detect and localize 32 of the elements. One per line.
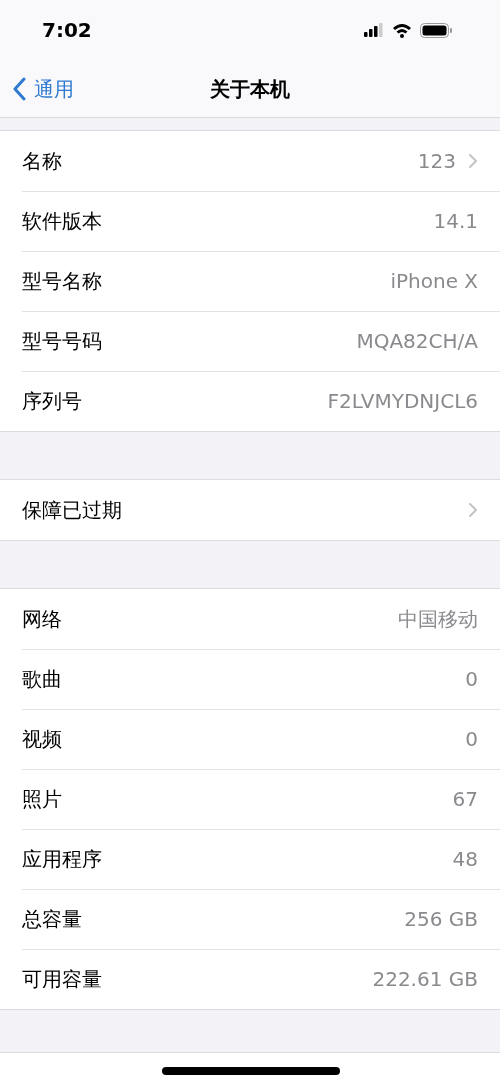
row-label: 可用容量 <box>22 966 102 993</box>
row-value: 14.1 <box>433 208 478 235</box>
nav-title: 关于本机 <box>210 75 290 103</box>
row-label: 总容量 <box>22 906 82 933</box>
row-label: 照片 <box>22 786 62 813</box>
row-value: 中国移动 <box>398 606 478 633</box>
status-time: 7:02 <box>42 17 92 44</box>
row-value: 48 <box>452 846 478 873</box>
row-label: 名称 <box>22 148 62 175</box>
row-label: 软件版本 <box>22 208 102 235</box>
row-label: 视频 <box>22 726 62 753</box>
back-button[interactable]: 通用 <box>0 73 74 104</box>
row-value: 256 GB <box>404 906 478 933</box>
row-label: 歌曲 <box>22 666 62 693</box>
row-value: 67 <box>452 786 478 813</box>
row-value: 123 <box>417 148 456 175</box>
row-value: 0 <box>465 726 478 753</box>
back-chevron-icon <box>12 76 26 101</box>
row-label: 型号号码 <box>22 328 102 355</box>
row-value: 222.61 GB <box>372 966 478 993</box>
battery-icon <box>420 22 452 38</box>
row-label: 应用程序 <box>22 846 102 873</box>
row-label: 型号名称 <box>22 268 102 295</box>
row-value: 0 <box>465 666 478 693</box>
row-value: MQA82CH/A <box>356 328 478 355</box>
row-label: 序列号 <box>22 388 82 415</box>
row-label: 保障已过期 <box>22 497 122 524</box>
wifi-icon <box>392 22 412 38</box>
row-value: iPhone X <box>390 268 478 295</box>
signal-icon <box>364 23 384 37</box>
row-label: 网络 <box>22 606 62 633</box>
row-value: F2LVMYDNJCL6 <box>327 388 478 415</box>
